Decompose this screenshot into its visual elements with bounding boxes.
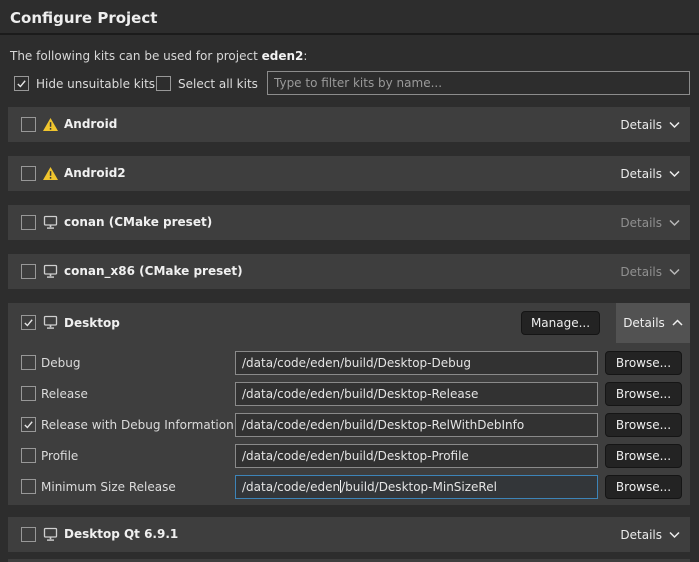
details-label: Details (620, 118, 662, 132)
details-toggle[interactable]: Details (620, 517, 680, 552)
build-config-row-debug: Debug Browse... (8, 351, 690, 375)
build-dir-input[interactable] (235, 444, 598, 468)
select-all-kits-checkbox[interactable] (156, 76, 171, 91)
page-title: Configure Project (10, 9, 157, 27)
details-toggle[interactable]: Details (620, 156, 680, 191)
details-toggle[interactable]: Details (620, 254, 680, 289)
kit-checkbox[interactable] (21, 315, 36, 330)
browse-button[interactable]: Browse... (605, 413, 682, 437)
kit-checkbox[interactable] (21, 215, 36, 230)
details-toggle[interactable]: Details (620, 107, 680, 142)
details-label: Details (623, 316, 665, 330)
kit-checkbox[interactable] (21, 166, 36, 181)
build-config-row-release: Release Browse... (8, 382, 690, 406)
kit-header[interactable]: Desktop Manage... Details (8, 303, 690, 343)
config-checkbox[interactable] (21, 386, 36, 401)
kit-row-android2: Android2 Details (8, 156, 690, 191)
chevron-down-icon (669, 268, 680, 276)
build-dir-input-focused[interactable]: /data/code/eden/build/Desktop-MinSizeRel (235, 475, 598, 499)
browse-button[interactable]: Browse... (605, 351, 682, 375)
config-checkbox[interactable] (21, 417, 36, 432)
kit-header[interactable]: conan_x86 (CMake preset) Details (8, 254, 690, 289)
project-name: eden2 (262, 49, 304, 63)
kit-name: Android (64, 107, 117, 142)
details-label: Details (620, 216, 662, 230)
build-dir-input[interactable] (235, 382, 598, 406)
build-config-row-profile: Profile Browse... (8, 444, 690, 468)
build-dir-input[interactable] (235, 351, 598, 375)
details-label: Details (620, 167, 662, 181)
kit-row-android: Android Details (8, 107, 690, 142)
details-label: Details (620, 528, 662, 542)
checkmark-icon (16, 78, 27, 89)
desktop-icon (42, 527, 59, 542)
chevron-down-icon (669, 121, 680, 129)
checkmark-icon (23, 419, 34, 430)
kit-header[interactable]: conan (CMake preset) Details (8, 205, 690, 240)
config-label: Release (41, 382, 88, 406)
chevron-down-icon (669, 531, 680, 539)
kit-name: conan (CMake preset) (64, 205, 212, 240)
chevron-up-icon (672, 319, 683, 327)
kit-filter-input[interactable] (267, 71, 690, 95)
select-all-kits-label: Select all kits (178, 77, 258, 91)
kit-header[interactable]: Desktop Qt 6.9.1 Details (8, 517, 690, 552)
details-toggle[interactable]: Details (620, 205, 680, 240)
kit-header[interactable]: Android Details (8, 107, 690, 142)
hide-unsuitable-kits-label: Hide unsuitable kits (36, 77, 155, 91)
config-label: Release with Debug Information (41, 413, 234, 437)
build-config-row-minsizerel: Minimum Size Release /data/code/eden/bui… (8, 475, 690, 499)
details-label: Details (620, 265, 662, 279)
kit-checkbox[interactable] (21, 117, 36, 132)
browse-button[interactable]: Browse... (605, 475, 682, 499)
warning-icon (42, 166, 59, 181)
browse-button[interactable]: Browse... (605, 382, 682, 406)
kit-checkbox[interactable] (21, 527, 36, 542)
browse-button[interactable]: Browse... (605, 444, 682, 468)
kit-row-conan-x86: conan_x86 (CMake preset) Details (8, 254, 690, 289)
manage-button[interactable]: Manage... (521, 311, 600, 335)
desktop-icon (42, 315, 59, 330)
warning-icon (42, 117, 59, 132)
kit-header[interactable]: Android2 Details (8, 156, 690, 191)
desktop-icon (42, 264, 59, 279)
kit-row-desktop: Desktop Manage... Details Debug Browse..… (8, 303, 690, 505)
config-checkbox[interactable] (21, 355, 36, 370)
kit-name: Android2 (64, 156, 126, 191)
chevron-down-icon (669, 219, 680, 227)
config-label: Minimum Size Release (41, 475, 176, 499)
config-label: Debug (41, 351, 80, 375)
kit-name: conan_x86 (CMake preset) (64, 254, 243, 289)
build-config-row-relwithdebinfo: Release with Debug Information Browse... (8, 413, 690, 437)
checkmark-icon (23, 317, 34, 328)
kit-row-conan: conan (CMake preset) Details (8, 205, 690, 240)
details-toggle[interactable]: Details (616, 303, 690, 343)
kit-name: Desktop Qt 6.9.1 (64, 517, 178, 552)
build-dir-input[interactable] (235, 413, 598, 437)
intro-text: The following kits can be used for proje… (10, 49, 307, 63)
chevron-down-icon (669, 170, 680, 178)
config-label: Profile (41, 444, 78, 468)
kit-row-desktop-qt: Desktop Qt 6.9.1 Details (8, 517, 690, 552)
config-checkbox[interactable] (21, 448, 36, 463)
hide-unsuitable-kits-checkbox[interactable] (14, 76, 29, 91)
title-separator (0, 33, 699, 35)
kit-checkbox[interactable] (21, 264, 36, 279)
config-checkbox[interactable] (21, 479, 36, 494)
desktop-icon (42, 215, 59, 230)
kit-name: Desktop (64, 303, 120, 343)
